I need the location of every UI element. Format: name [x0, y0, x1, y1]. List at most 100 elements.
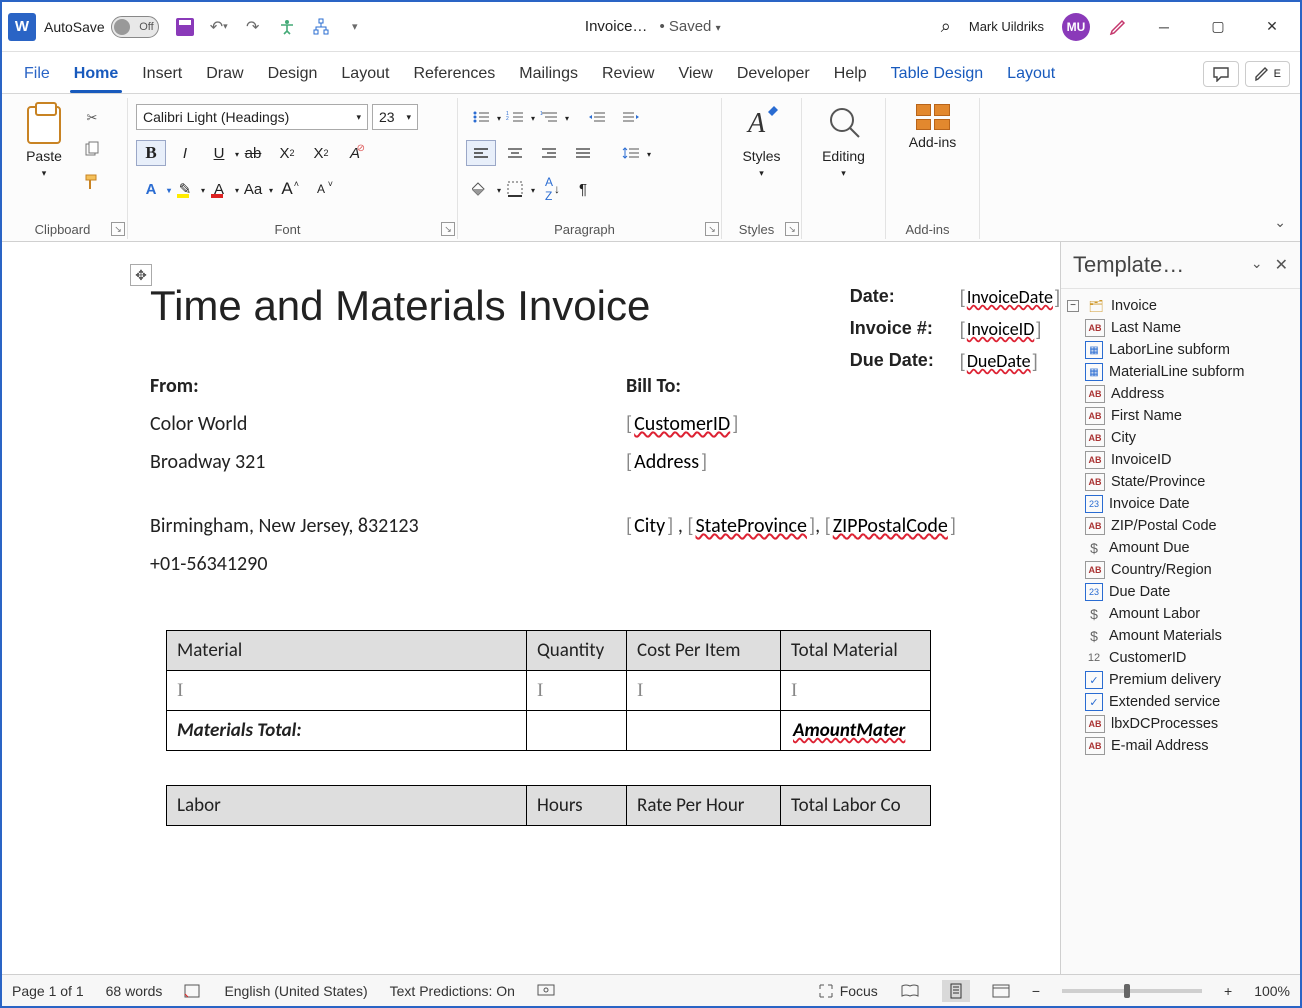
tree-item[interactable]: ABFirst Name [1065, 405, 1296, 427]
superscript-button[interactable]: X2 [306, 140, 336, 166]
change-case-button[interactable]: Aa▾ [238, 176, 268, 202]
paragraph-launcher-icon[interactable]: ↘ [705, 222, 719, 236]
tree-item[interactable]: ✓Premium delivery [1065, 669, 1296, 691]
col-rate[interactable]: Rate Per Hour [627, 786, 781, 826]
toggle-icon[interactable]: Off [111, 16, 159, 38]
tree-item[interactable]: $Amount Due [1065, 537, 1296, 559]
spellcheck-icon[interactable] [184, 983, 202, 999]
align-right-button[interactable] [534, 140, 564, 166]
tab-layout[interactable]: Layout [329, 57, 401, 93]
close-button[interactable]: ✕ [1254, 12, 1290, 42]
address-placeholder[interactable]: Address [632, 450, 701, 474]
word-count[interactable]: 68 words [106, 983, 163, 999]
editing-button[interactable]: Editing▾ [822, 102, 865, 179]
maximize-button[interactable]: ▢ [1200, 12, 1236, 42]
document-name[interactable]: Invoice… [585, 18, 648, 35]
zoom-level[interactable]: 100% [1254, 983, 1290, 999]
sort-button[interactable]: AZ↓ [534, 176, 564, 202]
accessibility-icon[interactable] [277, 17, 297, 37]
save-icon[interactable] [175, 17, 195, 37]
from-cityline[interactable]: Birmingham, New Jersey, 832123 [150, 514, 626, 538]
tab-file[interactable]: File [12, 57, 62, 93]
pen-icon[interactable] [1108, 17, 1128, 37]
increase-indent-button[interactable] [616, 104, 646, 130]
page-indicator[interactable]: Page 1 of 1 [12, 983, 84, 999]
minimize-button[interactable]: ─ [1146, 12, 1182, 42]
tab-mailings[interactable]: Mailings [507, 57, 590, 93]
pane-menu-icon[interactable]: ⌄ [1251, 255, 1263, 275]
tree-item[interactable]: ABCity [1065, 427, 1296, 449]
amount-mat-placeholder[interactable]: AmountMater [791, 719, 907, 742]
due-date-placeholder[interactable]: DueDate [965, 350, 1033, 372]
zip-placeholder[interactable]: ZIPPostalCode [831, 514, 950, 538]
font-name-combo[interactable]: Calibri Light (Headings)▾ [136, 104, 368, 130]
tree-item[interactable]: ABState/Province [1065, 471, 1296, 493]
format-painter-button[interactable] [78, 170, 106, 194]
tab-design[interactable]: Design [256, 57, 330, 93]
align-left-button[interactable] [466, 140, 496, 166]
clipboard-launcher-icon[interactable]: ↘ [111, 222, 125, 236]
tree-item[interactable]: ABLast Name [1065, 317, 1296, 339]
text-predictions[interactable]: Text Predictions: On [390, 983, 515, 999]
zoom-slider[interactable] [1062, 989, 1202, 993]
autosave-toggle[interactable]: AutoSave Off [44, 16, 159, 38]
tab-view[interactable]: View [666, 57, 724, 93]
col-labor[interactable]: Labor [167, 786, 527, 826]
tree-item[interactable]: 23Due Date [1065, 581, 1296, 603]
user-name[interactable]: Mark Uildriks [969, 19, 1044, 34]
copy-button[interactable] [78, 138, 106, 162]
strikethrough-button[interactable]: ab [238, 140, 268, 166]
comments-button[interactable] [1203, 61, 1239, 87]
tree-item[interactable]: $Amount Labor [1065, 603, 1296, 625]
tree-item[interactable]: $Amount Materials [1065, 625, 1296, 647]
tree-item[interactable]: ABE-mail Address [1065, 735, 1296, 757]
collapse-ribbon-icon[interactable]: ⌄ [1274, 214, 1286, 231]
font-color-button[interactable]: A▾ [204, 176, 234, 202]
line-spacing-button[interactable]: ▾ [616, 140, 646, 166]
pane-close-icon[interactable]: ✕ [1275, 255, 1288, 275]
tree-root[interactable]: − 🗂 Invoice [1065, 295, 1296, 317]
zoom-in-button[interactable]: + [1224, 983, 1232, 999]
col-hours[interactable]: Hours [527, 786, 627, 826]
underline-button[interactable]: U▾ [204, 140, 234, 166]
tree-item[interactable]: ABInvoiceID [1065, 449, 1296, 471]
redo-icon[interactable]: ↷ [243, 17, 263, 37]
cut-button[interactable]: ✂ [78, 106, 106, 130]
tree-item[interactable]: ABAddress [1065, 383, 1296, 405]
font-size-combo[interactable]: 23▾ [372, 104, 418, 130]
col-total-mat[interactable]: Total Material [781, 631, 931, 671]
editing-mode-button[interactable]: E [1245, 61, 1290, 87]
tab-insert[interactable]: Insert [130, 57, 194, 93]
tab-draw[interactable]: Draw [194, 57, 255, 93]
focus-button[interactable]: Focus [818, 983, 878, 999]
field-tree[interactable]: − 🗂 Invoice ABLast Name▦LaborLine subfor… [1061, 289, 1300, 974]
tree-item[interactable]: 23Invoice Date [1065, 493, 1296, 515]
display-settings-icon[interactable] [537, 983, 555, 999]
text-effects-button[interactable]: A▾ [136, 176, 166, 202]
table-move-handle-icon[interactable]: ✥ [130, 264, 152, 286]
tab-developer[interactable]: Developer [725, 57, 822, 93]
search-icon[interactable]: ⌕ [941, 16, 951, 37]
labor-table[interactable]: Labor Hours Rate Per Hour Total Labor Co [166, 785, 931, 826]
justify-button[interactable] [568, 140, 598, 166]
language-indicator[interactable]: English (United States) [224, 983, 367, 999]
numbering-button[interactable]: 12▾ [500, 104, 530, 130]
align-center-button[interactable] [500, 140, 530, 166]
avatar[interactable]: MU [1062, 13, 1090, 41]
font-launcher-icon[interactable]: ↘ [441, 222, 455, 236]
shrink-font-button[interactable]: A˅ [306, 176, 336, 202]
styles-launcher-icon[interactable]: ↘ [785, 222, 799, 236]
tab-layout-context[interactable]: Layout [995, 57, 1067, 93]
col-total-lab[interactable]: Total Labor Co [781, 786, 931, 826]
grow-font-button[interactable]: A˄ [272, 176, 302, 202]
shading-button[interactable]: ▾ [466, 176, 496, 202]
collapse-icon[interactable]: − [1067, 300, 1079, 312]
italic-button[interactable]: I [170, 140, 200, 166]
from-street[interactable]: Broadway 321 [150, 450, 626, 474]
tree-item[interactable]: ABZIP/Postal Code [1065, 515, 1296, 537]
print-layout-icon[interactable] [942, 980, 970, 1002]
col-cost[interactable]: Cost Per Item [627, 631, 781, 671]
web-layout-icon[interactable] [992, 983, 1010, 999]
tab-home[interactable]: Home [62, 57, 130, 93]
tree-item[interactable]: ▦LaborLine subform [1065, 339, 1296, 361]
